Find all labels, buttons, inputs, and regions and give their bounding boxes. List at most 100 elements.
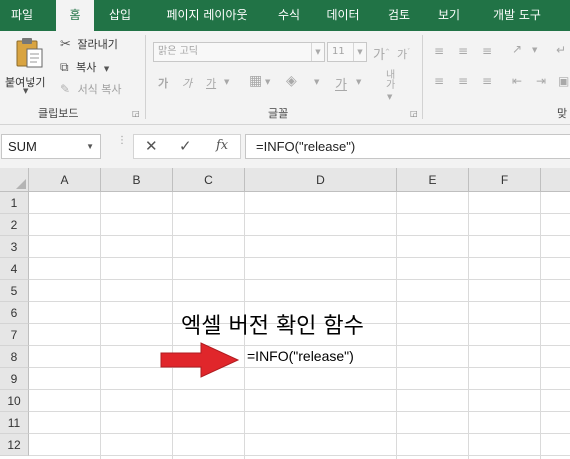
paste-button[interactable]: 붙여넣기 ▼ xyxy=(4,35,50,97)
font-color-icon[interactable]: 가 xyxy=(335,74,347,93)
column-header-d[interactable]: D xyxy=(245,168,397,192)
gridline xyxy=(100,192,101,459)
tab-insert[interactable]: 삽입 xyxy=(98,0,142,31)
fill-color-dropdown-icon[interactable]: ▼ xyxy=(314,78,319,86)
select-all-triangle-icon xyxy=(16,179,26,189)
gridline xyxy=(29,455,570,456)
wrap-text-icon[interactable]: ↵ xyxy=(556,43,566,57)
font-size-select[interactable]: 11 ▼ xyxy=(327,42,367,62)
orientation-dropdown-icon[interactable]: ▼ xyxy=(532,46,537,54)
row-header-9[interactable]: 9 xyxy=(0,368,29,390)
row-header-6[interactable]: 6 xyxy=(0,302,29,324)
row-header-11[interactable]: 11 xyxy=(0,412,29,434)
gridline xyxy=(29,345,570,346)
decrease-font-icon[interactable]: 가ˇ xyxy=(397,46,410,62)
cut-button[interactable]: ✂ 잘라내기 xyxy=(60,36,118,52)
align-right-icon[interactable]: ≡ xyxy=(482,74,492,88)
select-all-button[interactable] xyxy=(0,168,29,192)
bold-icon[interactable]: 가 xyxy=(158,75,168,91)
row-header-12[interactable]: 12 xyxy=(0,434,29,456)
row-header-8[interactable]: 8 xyxy=(0,346,29,368)
orientation-icon[interactable]: ↗ xyxy=(512,42,522,56)
gridline xyxy=(29,367,570,368)
phonetic-dropdown-icon[interactable]: ▼ xyxy=(387,93,392,101)
gridline xyxy=(29,301,570,302)
enter-icon[interactable]: ✓ xyxy=(179,137,192,155)
phonetic-guide-icon[interactable]: 내가 xyxy=(386,71,395,91)
font-group-label: 글꼴 xyxy=(268,107,289,120)
underline-icon[interactable]: 가 xyxy=(206,75,216,91)
copy-icon: ⧉ xyxy=(60,60,69,74)
ribbon-separator xyxy=(422,35,423,119)
gridline xyxy=(396,192,397,459)
chevron-down-icon: ▼ xyxy=(311,43,324,61)
column-header-c[interactable]: C xyxy=(173,168,245,192)
tab-formulas[interactable]: 수식 xyxy=(266,0,312,31)
column-header-a[interactable]: A xyxy=(29,168,101,192)
row-header-10[interactable]: 10 xyxy=(0,390,29,412)
cancel-icon[interactable]: ✕ xyxy=(145,137,158,155)
column-header-e[interactable]: E xyxy=(397,168,469,192)
align-top-icon[interactable]: ≡ xyxy=(434,44,444,58)
row-header-1[interactable]: 1 xyxy=(0,192,29,214)
tab-data[interactable]: 데이터 xyxy=(316,0,370,31)
increase-indent-icon[interactable]: ⇥ xyxy=(536,74,546,88)
name-box-value: SUM xyxy=(8,139,37,154)
increase-font-icon[interactable]: 가^ xyxy=(373,44,390,63)
gridline xyxy=(29,257,570,258)
align-middle-icon[interactable]: ≡ xyxy=(458,44,468,58)
row-header-4[interactable]: 4 xyxy=(0,258,29,280)
align-center-icon[interactable]: ≡ xyxy=(458,74,468,88)
ribbon: 붙여넣기 ▼ ✂ 잘라내기 ⧉ 복사 ▼ ✎ 서식 복사 클립보드 ◲ 맑은 고… xyxy=(0,31,570,125)
formula-input[interactable]: =INFO("release") xyxy=(245,134,570,159)
chevron-down-icon[interactable]: ▼ xyxy=(86,135,94,158)
copy-dropdown-icon[interactable]: ▼ xyxy=(104,65,109,73)
copy-button[interactable]: ⧉ 복사 ▼ xyxy=(60,59,109,75)
align-bottom-icon[interactable]: ≡ xyxy=(482,44,492,58)
fill-color-icon[interactable]: ◈ xyxy=(286,73,297,89)
tab-developer[interactable]: 개발 도구 xyxy=(478,0,556,31)
row-header-2[interactable]: 2 xyxy=(0,214,29,236)
border-icon[interactable]: ▦ xyxy=(249,73,262,89)
tab-view[interactable]: 보기 xyxy=(426,0,472,31)
cut-label: 잘라내기 xyxy=(77,38,118,51)
column-header-f[interactable]: F xyxy=(469,168,541,192)
format-painter-button[interactable]: ✎ 서식 복사 xyxy=(60,81,122,97)
formula-bar-grip[interactable]: ⋮ xyxy=(117,136,127,146)
decrease-indent-icon[interactable]: ⇤ xyxy=(512,74,522,88)
gridline xyxy=(29,433,570,434)
merge-cells-icon[interactable]: ▣ xyxy=(558,74,569,88)
chevron-down-icon: ▼ xyxy=(353,43,366,61)
name-box[interactable]: SUM ▼ xyxy=(1,134,101,159)
paste-dropdown-icon[interactable]: ▼ xyxy=(23,87,28,95)
font-color-dropdown-icon[interactable]: ▼ xyxy=(356,78,361,86)
gridline xyxy=(29,411,570,412)
tab-page-layout[interactable]: 페이지 레이아웃 xyxy=(150,0,264,31)
column-header-g[interactable] xyxy=(541,168,570,192)
row-header-7[interactable]: 7 xyxy=(0,324,29,346)
underline-dropdown-icon[interactable]: ▼ xyxy=(224,78,229,86)
font-launcher-icon[interactable]: ◲ xyxy=(410,109,418,118)
tab-file[interactable]: 파일 xyxy=(0,0,44,31)
font-name-select[interactable]: 맑은 고딕 ▼ xyxy=(153,42,325,62)
tab-review[interactable]: 검토 xyxy=(376,0,422,31)
align-left-icon[interactable]: ≡ xyxy=(434,74,444,88)
column-header-b[interactable]: B xyxy=(101,168,173,192)
border-dropdown-icon[interactable]: ▼ xyxy=(265,78,270,86)
italic-icon[interactable]: 가 xyxy=(182,75,192,91)
clipboard-launcher-icon[interactable]: ◲ xyxy=(132,109,140,118)
format-painter-label: 서식 복사 xyxy=(77,83,122,96)
cell-d8[interactable]: =INFO("release") xyxy=(247,348,354,364)
red-arrow-icon xyxy=(160,342,240,378)
formula-buttons: ✕ ✓ fx xyxy=(133,134,241,159)
worksheet-grid[interactable]: A B C D E F 1 2 3 4 5 6 7 8 9 10 11 12 엑… xyxy=(0,168,570,459)
gridline xyxy=(540,192,541,459)
tab-home[interactable]: 홈 xyxy=(56,0,94,31)
paintbrush-icon: ✎ xyxy=(60,82,71,96)
insert-function-icon[interactable]: fx xyxy=(216,138,228,153)
gridline xyxy=(29,389,570,390)
row-header-5[interactable]: 5 xyxy=(0,280,29,302)
ribbon-separator xyxy=(145,35,146,119)
font-size-value: 11 xyxy=(332,46,345,57)
row-header-3[interactable]: 3 xyxy=(0,236,29,258)
